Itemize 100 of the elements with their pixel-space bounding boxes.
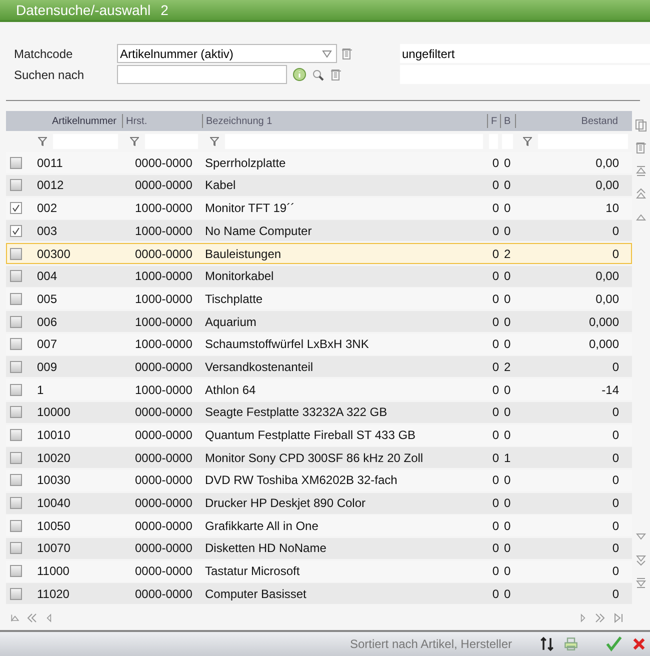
table-cell-text: 10050 [36, 518, 72, 533]
table-row[interactable]: 006 1000-0000 Aquarium 0 0 0,000 [6, 311, 632, 332]
row-checkbox[interactable] [10, 156, 22, 169]
filter-icon[interactable] [210, 137, 219, 146]
table-cell-text: 0 [503, 156, 512, 170]
table-cell-text: 003 [36, 224, 58, 238]
list-icon[interactable] [330, 66, 342, 83]
table-cell-text: 1000-0000 [134, 201, 194, 216]
search-field[interactable] [117, 65, 287, 84]
row-checkbox[interactable] [10, 384, 22, 396]
table-cell-text: 0 [491, 541, 500, 556]
next-icon[interactable] [578, 612, 588, 624]
next-page-icon[interactable] [594, 612, 606, 624]
table-cell-text: 0 [611, 360, 620, 374]
table-cell-text: 0 [503, 178, 512, 192]
table-cell-text: 0 [503, 473, 512, 488]
row-checkbox[interactable] [10, 429, 22, 442]
row-checkbox[interactable] [10, 316, 22, 328]
copy-icon[interactable] [635, 118, 647, 132]
table-cell-text: 10040 [36, 496, 72, 510]
column-header[interactable]: B [500, 114, 515, 128]
info-icon[interactable] [293, 68, 306, 82]
filter-icon[interactable] [38, 137, 47, 146]
column-header[interactable]: F [487, 114, 500, 128]
row-checkbox[interactable] [10, 406, 22, 418]
table-row[interactable]: 0012 0000-0000 Kabel 0 0 0,00 [6, 174, 632, 196]
row-checkbox[interactable] [10, 474, 22, 486]
table-row[interactable]: 11020 0000-0000 Computer Basisset 0 0 0 [6, 583, 632, 604]
row-checkbox[interactable] [10, 497, 22, 510]
row-checkbox[interactable] [10, 248, 22, 260]
row-checkbox[interactable] [10, 565, 22, 578]
table-cell-text: 0,000 [588, 314, 620, 329]
row-checkbox[interactable] [10, 520, 22, 532]
table-cell-text: 0000-0000 [134, 428, 194, 442]
table-cell-text: 0 [491, 586, 500, 601]
table-cell-text: 0000-0000 [134, 405, 194, 420]
table-cell-text: 0 [503, 224, 512, 238]
row-checkbox[interactable] [10, 452, 22, 464]
table-row[interactable]: 003 1000-0000 No Name Computer 0 0 0 [6, 220, 632, 242]
top-icon[interactable] [635, 164, 647, 177]
column-header[interactable]: Artikelnummer [30, 114, 122, 128]
table-cell-text: Seagte Festplatte 33232A 322 GB [204, 405, 388, 420]
table-cell-text: 0 [503, 292, 512, 306]
sort-icon[interactable] [540, 636, 554, 652]
table-row[interactable]: 004 1000-0000 Monitorkabel 0 0 0,00 [6, 266, 632, 287]
row-checkbox[interactable] [10, 588, 22, 600]
page-down-icon[interactable] [635, 554, 647, 566]
table-cell-text: 0 [503, 564, 512, 578]
table-cell-text: 0000-0000 [134, 473, 194, 488]
last-page-icon[interactable] [612, 612, 624, 624]
table-cell-text: 0,000 [588, 337, 620, 352]
bottom-icon[interactable] [635, 576, 647, 589]
table-cell-text: 009 [36, 360, 58, 374]
row-checkbox[interactable] [10, 338, 22, 350]
list-icon[interactable] [635, 140, 647, 156]
table-cell-text: 2 [503, 360, 512, 374]
filter-icon[interactable] [130, 137, 139, 146]
table-cell-text: Monitorkabel [204, 269, 275, 284]
table-row[interactable]: 10020 0000-0000 Monitor Sony CPD 300SF 86 kHz 20 Zoll 0 1 0 [6, 447, 632, 468]
row-checkbox[interactable] [10, 224, 22, 237]
row-checkbox[interactable] [10, 360, 22, 373]
table-cell-text: 0 [491, 450, 500, 465]
table-cell-text: No Name Computer [204, 224, 313, 238]
table-cell-text: 0000-0000 [134, 586, 194, 601]
row-checkbox[interactable] [10, 179, 22, 192]
table-cell-text: 0 [491, 292, 500, 306]
table-row[interactable]: 00300 0000-0000 Bauleistungen 0 2 0 [6, 243, 632, 264]
column-header[interactable]: Hrst. [122, 114, 202, 128]
matchcode-dropdown[interactable]: Artikelnummer (aktiv) [117, 44, 337, 64]
previous-icon[interactable] [44, 612, 54, 624]
row-checkbox[interactable] [10, 292, 22, 305]
table-cell-text: Disketten HD NoName [204, 541, 328, 556]
table-row[interactable]: 10000 0000-0000 Seagte Festplatte 33232A 322 GB 0 0 0 [6, 402, 632, 423]
filter-icon[interactable] [523, 137, 532, 146]
column-header[interactable]: Bezeichnung 1 [202, 114, 487, 128]
table-row[interactable]: 009 0000-0000 Versandkostenanteil 0 2 0 [6, 356, 632, 378]
table-cell-text: 0000-0000 [134, 518, 194, 533]
table-cell-text: 0000-0000 [134, 564, 194, 578]
row-checkbox[interactable] [10, 202, 22, 214]
list-icon[interactable] [341, 46, 353, 62]
row-checkbox[interactable] [10, 270, 22, 282]
table-row[interactable]: 10070 0000-0000 Disketten HD NoName 0 0 0 [6, 538, 632, 559]
table-cell-text: 0 [491, 473, 500, 488]
table-cell-text: 0000-0000 [134, 360, 194, 374]
print-icon[interactable] [564, 637, 578, 652]
search-icon[interactable] [312, 68, 324, 81]
column-header[interactable]: Bestand [515, 114, 632, 128]
table-cell-text: Grafikkarte All in One [204, 518, 320, 533]
row-checkbox[interactable] [10, 542, 22, 554]
table-cell-text: 0 [491, 382, 500, 397]
check-icon[interactable] [606, 636, 622, 652]
table-cell-text: 0,00 [594, 178, 620, 192]
close-icon[interactable] [632, 636, 646, 652]
previous-page-icon[interactable] [26, 612, 38, 624]
table-row[interactable]: 10040 0000-0000 Drucker HP Deskjet 890 Color 0 0 0 [6, 492, 632, 514]
window-number: 2 [160, 2, 168, 18]
table-cell-text: 0 [611, 428, 620, 442]
page-up-icon[interactable] [635, 188, 647, 200]
table-cell-text: 0 [611, 496, 620, 510]
table-cell-text: 0011 [36, 156, 64, 170]
